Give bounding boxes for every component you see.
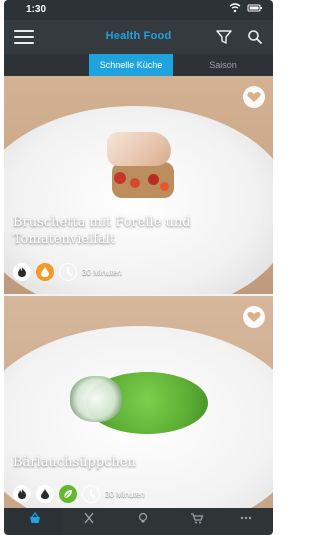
tomato <box>130 178 140 188</box>
tomato <box>148 174 159 185</box>
recipe-card[interactable]: Bärlauchsüppchen 30 Minuten <box>4 296 273 508</box>
app-bar: Health Food <box>4 20 273 54</box>
nav-item-tips[interactable] <box>116 508 170 535</box>
cook-time: 30 Minuten <box>82 267 122 277</box>
flame-badge <box>13 485 31 503</box>
recipe-meta: 30 Minuten <box>13 263 122 281</box>
clock-icon <box>59 263 77 281</box>
phone-frame: 1:30 Health Food Schnelle Küche Saison B… <box>4 0 273 535</box>
cook-time: 30 Minuten <box>105 489 145 499</box>
orange-badge <box>36 263 54 281</box>
heart-icon <box>247 312 261 322</box>
recipe-meta: 30 Minuten <box>13 485 145 503</box>
tab-saison[interactable]: Saison <box>193 54 253 76</box>
menu-line <box>14 42 34 44</box>
recipe-title: Bärlauchsüppchen <box>13 455 136 470</box>
favorite-button[interactable] <box>243 86 265 108</box>
status-bar: 1:30 <box>4 0 273 20</box>
fish-fillet <box>107 132 171 166</box>
category-tabs: Schnelle Küche Saison <box>4 54 273 76</box>
tab-schnelle-kueche[interactable]: Schnelle Küche <box>89 54 173 76</box>
drop-icon <box>41 267 49 277</box>
filter-icon[interactable] <box>215 29 233 45</box>
clock-icon <box>82 485 100 503</box>
heart-icon <box>247 92 261 102</box>
flame-icon <box>18 489 26 499</box>
nav-item-recipes[interactable] <box>8 508 62 535</box>
status-icons <box>229 3 263 13</box>
tomato <box>160 182 169 191</box>
drop-icon <box>41 489 49 499</box>
cart-icon <box>191 513 204 524</box>
leaf-icon <box>63 490 72 499</box>
wifi-icon <box>229 3 241 13</box>
flame-icon <box>18 267 26 277</box>
favorite-button[interactable] <box>243 306 265 328</box>
bottom-nav <box>4 508 273 535</box>
tomato <box>114 172 126 184</box>
dish-image <box>104 132 184 202</box>
flame-badge <box>13 263 31 281</box>
nav-item-shopping[interactable] <box>170 508 224 535</box>
nav-item-more[interactable] <box>219 508 273 535</box>
basket-icon <box>30 512 40 523</box>
search-icon[interactable] <box>247 29 263 45</box>
recipe-card[interactable]: Bruschetta mit Forelle und Tomatenvielfa… <box>4 76 273 294</box>
status-time: 1:30 <box>26 4 47 15</box>
nav-item-tools[interactable] <box>62 508 116 535</box>
recipe-title: Bruschetta mit Forelle und Tomatenvielfa… <box>13 215 191 247</box>
lightbulb-icon <box>138 512 148 523</box>
utensils-icon <box>84 512 94 524</box>
leaf-badge <box>59 485 77 503</box>
drop-badge <box>36 485 54 503</box>
more-icon <box>240 516 252 520</box>
garnish-image <box>70 376 122 422</box>
battery-icon <box>247 4 262 12</box>
